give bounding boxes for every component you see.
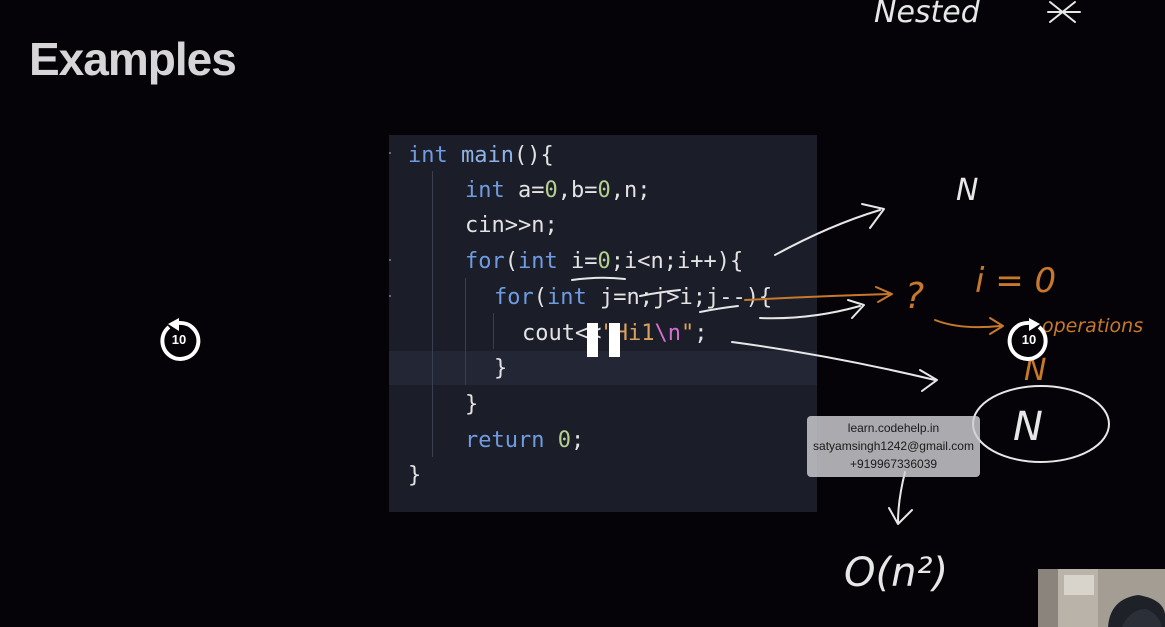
annotation-operations: operations (1042, 315, 1143, 337)
code-line: for(int i=0;i<n;i++){ (465, 249, 744, 274)
forward-10-button[interactable]: 10 (1006, 318, 1052, 364)
annotation-nested: Nested (874, 0, 981, 30)
arrow-stroke (897, 471, 906, 523)
code-line: int a=0,b=0,n; (465, 178, 651, 203)
gutter-marker (389, 295, 391, 297)
watermark-email: satyamsingh1242@gmail.com (813, 439, 974, 453)
code-line: } (465, 392, 479, 417)
indent-guide (493, 313, 494, 349)
annotation-n: N (956, 173, 978, 208)
watermark-phone: +919967336039 (849, 457, 938, 471)
annotation-question: ? (905, 276, 924, 317)
scribble-stroke (1047, 1, 1081, 23)
code-line: } (408, 463, 422, 488)
forward-seconds-label: 10 (1021, 332, 1037, 347)
code-line: cin>>n; (465, 213, 558, 238)
pause-button[interactable] (587, 323, 621, 357)
arrow-stroke (919, 369, 938, 392)
watermark-site: learn.codehelp.in (847, 421, 940, 435)
webcam-image (1038, 569, 1165, 627)
slide-title: Examples (29, 33, 237, 85)
arrow-stroke (934, 319, 1001, 329)
arrow-stroke (847, 299, 865, 319)
code-line: } (494, 356, 508, 381)
code-line: for(int j=n;j>i;j--){ (494, 285, 773, 310)
annotation-big-o: O(n²) (844, 550, 948, 596)
arrow-stroke (861, 203, 885, 229)
annotation-i-zero: i = 0 (975, 261, 1056, 301)
arrow-stroke (888, 507, 913, 525)
webcam-thumbnail (1038, 569, 1165, 627)
circle-stroke (972, 385, 1110, 463)
arrow-stroke (989, 317, 1004, 335)
code-line: int main(){ (408, 143, 554, 168)
gutter-marker (389, 152, 391, 154)
rewind-seconds-label: 10 (171, 332, 187, 347)
indent-guide (432, 171, 433, 457)
video-frame[interactable]: Examples int main(){ int a=0,b=0,n; cin>… (0, 0, 1165, 627)
gutter-marker (389, 259, 391, 261)
rewind-10-button[interactable]: 10 (156, 318, 202, 364)
annotation-n-circled: N (1013, 404, 1043, 450)
indent-guide (465, 278, 466, 385)
watermark-box: learn.codehelp.in satyamsingh1242@gmail.… (807, 416, 980, 477)
code-line: return 0; (465, 428, 585, 453)
arrow-stroke (875, 286, 893, 303)
